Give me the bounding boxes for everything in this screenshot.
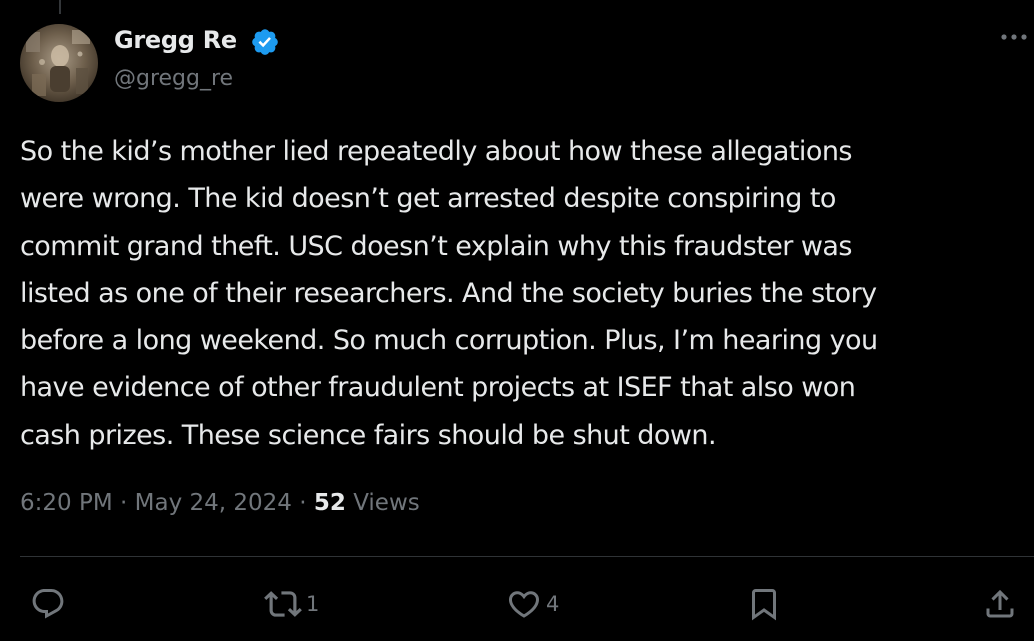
like-count: 4 <box>546 592 560 616</box>
share-icon <box>986 589 1014 618</box>
divider <box>20 556 1034 557</box>
meta-separator: · <box>120 490 128 516</box>
repost-count: 1 <box>306 592 320 616</box>
tweet-date[interactable]: May 24, 2024 <box>135 490 292 516</box>
like-button[interactable]: 4 <box>506 584 559 624</box>
repost-icon <box>264 591 302 617</box>
bookmark-button[interactable] <box>746 584 782 624</box>
verified-badge-icon <box>252 29 278 55</box>
avatar[interactable] <box>20 24 98 102</box>
more-options-icon[interactable] <box>998 27 1030 47</box>
views-count: 52 <box>313 490 346 516</box>
bookmark-icon <box>752 589 776 621</box>
share-button[interactable] <box>982 584 1018 624</box>
handle[interactable]: @gregg_re <box>114 66 233 91</box>
avatar-image <box>20 24 98 102</box>
thread-line <box>59 0 61 14</box>
views-label: Views <box>353 490 420 516</box>
tweet-time[interactable]: 6:20 PM <box>20 490 113 516</box>
tweet-text: So the kid’s mother lied repeatedly abou… <box>20 136 878 451</box>
display-name[interactable]: Gregg Re <box>114 26 237 54</box>
heart-icon <box>508 591 540 618</box>
repost-button[interactable]: 1 <box>264 584 319 624</box>
reply-icon <box>32 589 64 619</box>
tweet-meta: 6:20 PM · May 24, 2024 · 52 Views <box>20 490 420 516</box>
meta-separator: · <box>299 490 307 516</box>
reply-button[interactable] <box>30 584 66 624</box>
